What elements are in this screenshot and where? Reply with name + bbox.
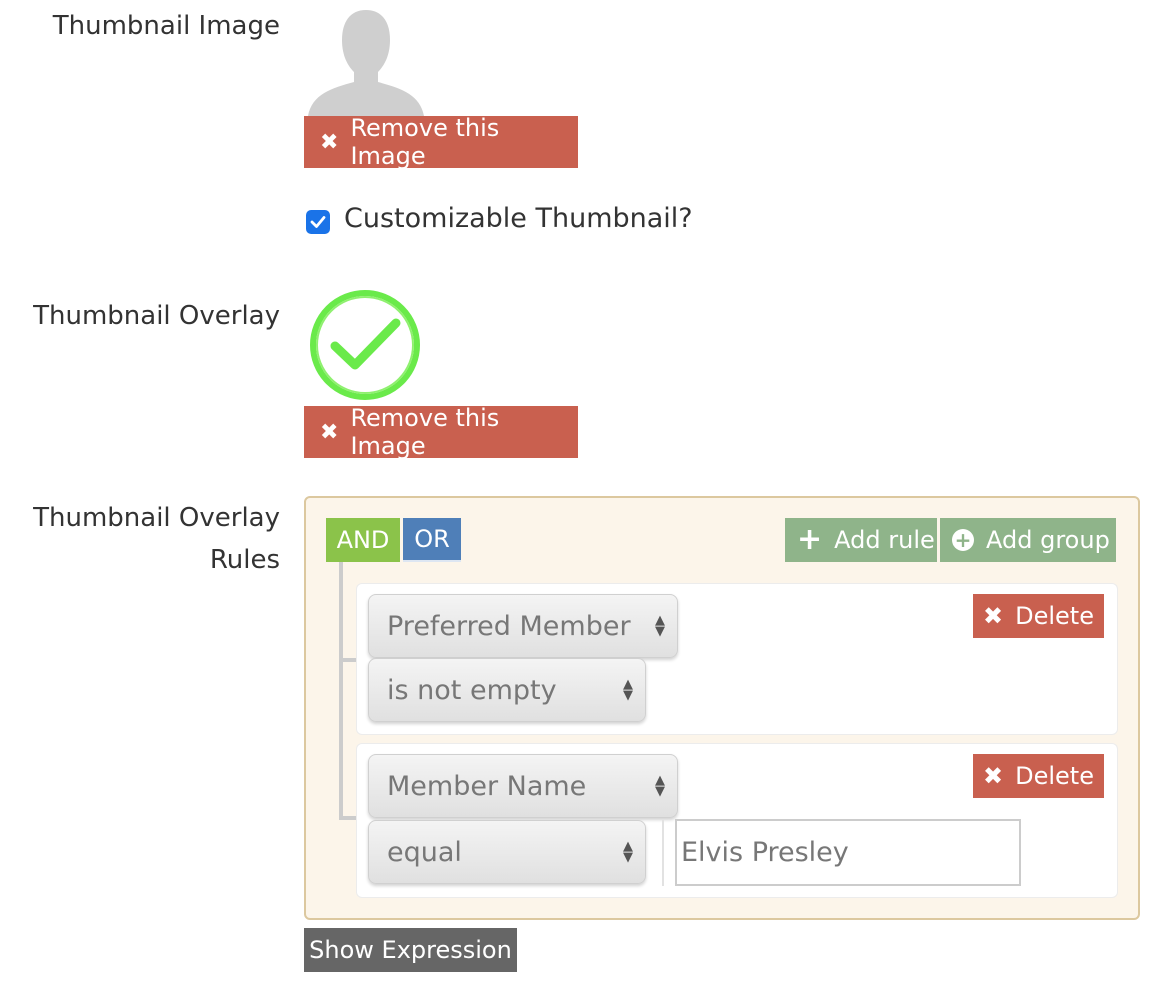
rule-connector-line	[339, 658, 357, 662]
add-group-label: Add group	[986, 526, 1110, 554]
remove-thumbnail-image-button[interactable]: ✖ Remove this Image	[304, 114, 578, 170]
value-divider	[662, 820, 664, 886]
add-rule-label: Add rule	[834, 526, 935, 554]
select-arrows-icon: ▲ ▼	[623, 677, 633, 703]
condition-and-button[interactable]: AND	[326, 518, 400, 562]
rule-operator-value: is not empty	[387, 674, 557, 706]
add-group-button[interactable]: + Add group	[940, 518, 1116, 562]
select-arrows-icon: ▲ ▼	[623, 839, 633, 865]
delete-rule-label: Delete	[1015, 762, 1094, 790]
select-arrows-icon: ▲ ▼	[655, 773, 665, 799]
plus-circle-icon: +	[952, 528, 974, 552]
select-arrows-icon: ▲ ▼	[655, 613, 665, 639]
green-checkmark-circle-icon	[308, 288, 422, 402]
remove-overlay-image-label: Remove this Image	[350, 404, 500, 460]
person-silhouette-icon	[304, 6, 428, 116]
condition-or-button[interactable]: OR	[403, 518, 461, 562]
delete-rule-button[interactable]: ✖ Delete	[973, 754, 1104, 798]
close-icon: ✖	[983, 762, 1004, 790]
add-rule-button[interactable]: + Add rule	[785, 518, 937, 562]
rule-field-value: Member Name	[387, 770, 587, 802]
close-icon: ✖	[320, 129, 339, 155]
rule-operator-select[interactable]: equal ▲ ▼	[368, 820, 646, 884]
overlay-rules-label-line2: Rules	[209, 545, 280, 575]
rule-field-select[interactable]: Member Name ▲ ▼	[368, 754, 678, 818]
remove-overlay-image-button[interactable]: ✖ Remove this Image	[304, 404, 578, 460]
rule-field-value: Preferred Member	[387, 610, 631, 642]
delete-rule-label: Delete	[1015, 602, 1094, 630]
thumbnail-overlay-label: Thumbnail Overlay	[33, 301, 280, 331]
close-icon: ✖	[320, 419, 339, 445]
group-connector-line	[339, 562, 343, 818]
rule-field-select[interactable]: Preferred Member ▲ ▼	[368, 594, 678, 658]
rule-operator-select[interactable]: is not empty ▲ ▼	[368, 658, 646, 722]
rule-operator-value: equal	[387, 836, 462, 868]
checkmark-icon	[310, 216, 326, 228]
rule-value-input[interactable]: Elvis Presley	[675, 819, 1021, 886]
plus-icon: +	[797, 522, 823, 557]
overlay-rules-label-line1: Thumbnail Overlay	[33, 503, 280, 533]
remove-thumbnail-image-label: Remove this Image	[350, 114, 500, 170]
rule-value-text: Elvis Presley	[681, 837, 849, 868]
customizable-thumbnail-label: Customizable Thumbnail?	[344, 203, 693, 234]
delete-rule-button[interactable]: ✖ Delete	[973, 594, 1104, 638]
thumbnail-image-label: Thumbnail Image	[52, 11, 280, 41]
close-icon: ✖	[983, 602, 1004, 630]
customizable-thumbnail-checkbox[interactable]	[306, 210, 330, 234]
show-expression-button[interactable]: Show Expression	[304, 928, 517, 972]
rule-connector-line	[339, 816, 357, 820]
